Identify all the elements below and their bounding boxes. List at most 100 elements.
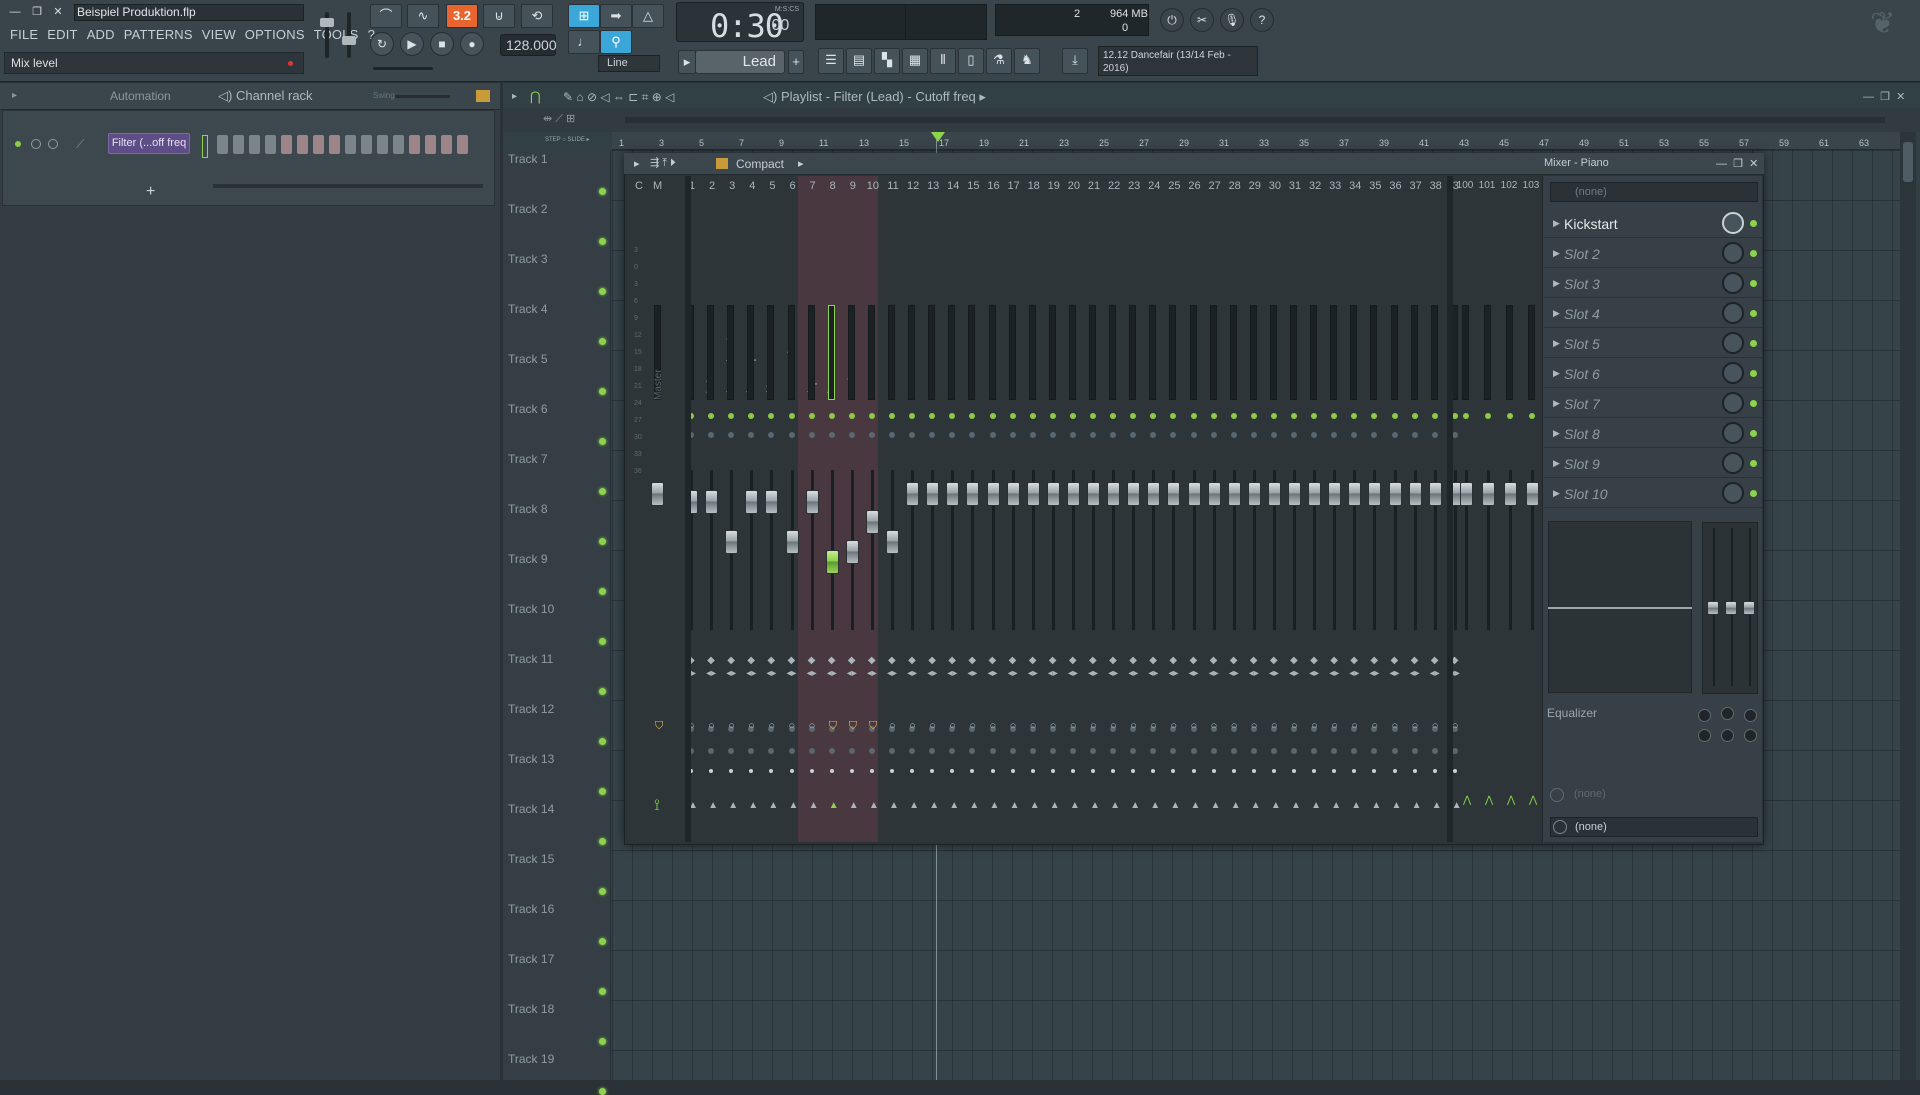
browser-icon[interactable]: ▯: [958, 48, 984, 74]
strip-number[interactable]: 12: [904, 180, 922, 192]
strip-volume-fader[interactable]: [926, 482, 940, 506]
strip-link-led[interactable]: [848, 748, 855, 754]
strip-route-dot[interactable]: [789, 769, 794, 773]
strip-swap-arrows[interactable]: ◂▸: [1068, 668, 1078, 679]
step-button[interactable]: [361, 135, 372, 154]
strip-number[interactable]: 13: [924, 180, 942, 192]
strip-pan-knob[interactable]: [1431, 432, 1438, 438]
strip-stereo-arrows[interactable]: ◆: [989, 655, 997, 666]
strip-stereo-arrows[interactable]: ◆: [968, 655, 976, 666]
slot-expand-icon[interactable]: ▶: [1553, 248, 1560, 259]
strip-volume-fader[interactable]: [1107, 482, 1121, 506]
add-channel-button[interactable]: +: [146, 183, 155, 201]
strip-number[interactable]: 38: [1427, 180, 1445, 192]
track-label[interactable]: Track 8: [508, 502, 548, 516]
loop-record-icon[interactable]: ⟲: [521, 4, 553, 28]
slot-expand-icon[interactable]: ▶: [1553, 218, 1560, 229]
strip-route-dot[interactable]: [890, 769, 894, 773]
strip-volume-fader[interactable]: [1408, 482, 1422, 506]
step-button[interactable]: [249, 135, 260, 154]
strip-send-icon[interactable]: ○: [1412, 720, 1419, 732]
track-mute-led[interactable]: [599, 1038, 606, 1045]
strip-stereo-arrows[interactable]: ◆: [928, 655, 936, 666]
main-pitch-slider[interactable]: [342, 12, 356, 58]
menu-add[interactable]: ADD: [87, 27, 115, 45]
mixer-input-selector[interactable]: (none): [1550, 182, 1758, 202]
strip-number[interactable]: 24: [1145, 180, 1163, 192]
strip-route-dot[interactable]: [809, 769, 814, 773]
snap-selector[interactable]: Line: [598, 55, 660, 72]
playlist-icon[interactable]: ☰: [818, 48, 844, 74]
strip-number[interactable]: 18: [1025, 180, 1043, 192]
strip-route-arrow[interactable]: ▲: [909, 800, 919, 811]
news-panel[interactable]: 12.12 Dancefair (13/14 Feb - 2016): [1098, 46, 1258, 76]
strip-stereo-arrows[interactable]: ◆: [868, 655, 876, 666]
strip-swap-arrows[interactable]: ◂▸: [847, 668, 857, 679]
strip-mute-led[interactable]: [1049, 413, 1056, 419]
playlist-zoom-icons[interactable]: ⇹ ⟋ ⊞: [543, 112, 575, 126]
minimize-icon[interactable]: —: [8, 5, 22, 19]
step-toggle[interactable]: STEP ○ SLIDE ▸: [545, 136, 590, 143]
channel-mute-led[interactable]: [15, 141, 21, 147]
menu-edit[interactable]: EDIT: [47, 27, 77, 45]
strip-send-icon[interactable]: ○: [708, 720, 715, 732]
strip-route-arrow[interactable]: ▲: [1392, 800, 1402, 811]
strip-stereo-arrows[interactable]: ◆: [767, 655, 775, 666]
playlist-vertical-scroll[interactable]: [1900, 132, 1916, 1080]
strip-send-icon[interactable]: ○: [1050, 720, 1057, 732]
strip-number[interactable]: 6: [784, 180, 802, 192]
strip-route-arrow[interactable]: ▲: [728, 800, 738, 811]
strip-send-icon[interactable]: ○: [1211, 720, 1218, 732]
strip-number[interactable]: 26: [1186, 180, 1204, 192]
track-label[interactable]: Track 5: [508, 352, 548, 366]
strip-send-icon[interactable]: ○: [1251, 720, 1258, 732]
slot-mix-knob[interactable]: [1722, 482, 1744, 504]
strip-route-arrow[interactable]: ▲: [1211, 800, 1221, 811]
channel-rack-icon[interactable]: ▤: [846, 48, 872, 74]
step-button[interactable]: [297, 135, 308, 154]
eq-band-high-fader[interactable]: [1743, 601, 1755, 615]
strip-volume-fader[interactable]: [986, 482, 1000, 506]
eq-bw-knob-3[interactable]: [1744, 729, 1757, 742]
strip-number[interactable]: 2: [703, 180, 721, 192]
eq-bw-knob-1[interactable]: [1698, 729, 1711, 742]
track-mute-led[interactable]: [599, 188, 606, 195]
strip-route-arrow[interactable]: ▲: [1432, 800, 1442, 811]
cpu-icon[interactable]: ⏻: [1160, 8, 1184, 32]
strip-stereo-arrows[interactable]: ◆: [727, 655, 735, 666]
track-label[interactable]: Track 1: [508, 152, 548, 166]
strip-send-icon[interactable]: ○: [1030, 720, 1037, 732]
strip-stereo-arrows[interactable]: ◆: [788, 655, 796, 666]
strip-number[interactable]: 10: [864, 180, 882, 192]
channel-volume-knob[interactable]: [48, 139, 58, 149]
strip-mute-led[interactable]: [1190, 413, 1197, 419]
strip-number[interactable]: 21: [1085, 180, 1103, 192]
strip-send-icon[interactable]: ⛉: [869, 720, 877, 733]
strip-swap-arrows[interactable]: ◂▸: [1430, 668, 1440, 679]
strip-send-icon[interactable]: ○: [1170, 720, 1177, 732]
strip-stereo-arrows[interactable]: ◆: [1149, 655, 1157, 666]
strip-volume-fader[interactable]: [1526, 482, 1539, 506]
mixer-menu-icon[interactable]: ▸: [634, 157, 640, 170]
strip-route-arrow[interactable]: ▲: [1412, 800, 1422, 811]
strip-route-dot[interactable]: [1452, 769, 1457, 773]
strip-swap-arrows[interactable]: ◂▸: [807, 668, 817, 679]
strip-stereo-arrows[interactable]: ◆: [1230, 655, 1238, 666]
strip-route-arrow[interactable]: ▲: [708, 800, 718, 811]
track-label[interactable]: Track 13: [508, 752, 554, 766]
strip-link-led[interactable]: [1250, 748, 1257, 754]
track-mute-led[interactable]: [599, 738, 606, 745]
strip-swap-arrows[interactable]: ◂▸: [967, 668, 977, 679]
song-position[interactable]: [905, 4, 987, 40]
slot-enable-led[interactable]: [1750, 220, 1757, 227]
effect-slot-label[interactable]: Slot 6: [1564, 366, 1600, 382]
channel-select-indicator[interactable]: [202, 135, 208, 158]
strip-volume-fader[interactable]: [1348, 482, 1362, 506]
strip-stereo-arrows[interactable]: ◆: [908, 655, 916, 666]
pattern-song-icon[interactable]: ⌒: [370, 4, 402, 28]
strip-volume-fader[interactable]: [1482, 482, 1495, 506]
strip-number[interactable]: 19: [1045, 180, 1063, 192]
strip-swap-arrows[interactable]: ◂▸: [1148, 668, 1158, 679]
main-volume-slider[interactable]: [320, 12, 334, 58]
menu-patterns[interactable]: PATTERNS: [124, 27, 193, 45]
